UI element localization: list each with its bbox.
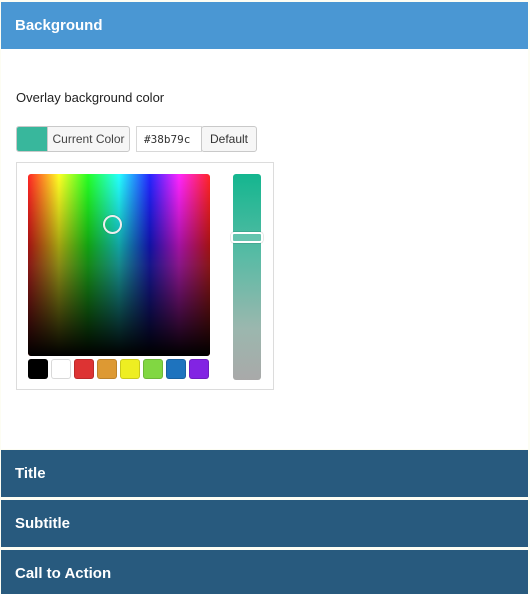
palette-swatch-black[interactable]: [28, 359, 48, 379]
section-title-subtitle: Subtitle: [15, 515, 70, 532]
section-header-subtitle[interactable]: Subtitle: [1, 500, 528, 547]
color-picker-panel: [16, 162, 274, 390]
color-palette: [28, 359, 209, 379]
current-color-button[interactable]: Current Color: [16, 126, 130, 152]
hue-slider-handle[interactable]: [231, 232, 263, 243]
section-title-background: Background: [15, 17, 103, 34]
current-color-swatch: [17, 127, 47, 151]
section-title-title: Title: [15, 465, 46, 482]
palette-swatch-white[interactable]: [51, 359, 71, 379]
section-header-background[interactable]: Background: [1, 2, 528, 49]
color-picker-controls: Current Color #38b79c Default: [16, 126, 257, 152]
palette-swatch-red[interactable]: [74, 359, 94, 379]
palette-swatch-blue[interactable]: [166, 359, 186, 379]
hex-color-input[interactable]: #38b79c: [136, 126, 202, 152]
palette-swatch-green[interactable]: [143, 359, 163, 379]
color-selector-handle[interactable]: [103, 215, 122, 234]
palette-swatch-yellow[interactable]: [120, 359, 140, 379]
hue-slider[interactable]: [231, 174, 263, 380]
current-color-label: Current Color: [47, 127, 129, 151]
background-section-content: Overlay background color Current Color #…: [1, 49, 528, 449]
section-header-title[interactable]: Title: [1, 450, 528, 497]
color-spectrum-field[interactable]: [28, 174, 210, 356]
palette-swatch-purple[interactable]: [189, 359, 209, 379]
overlay-background-color-label: Overlay background color: [16, 90, 165, 105]
palette-swatch-orange[interactable]: [97, 359, 117, 379]
section-title-call-to-action: Call to Action: [15, 565, 112, 582]
section-header-call-to-action[interactable]: Call to Action: [1, 550, 528, 594]
default-button[interactable]: Default: [201, 126, 257, 152]
